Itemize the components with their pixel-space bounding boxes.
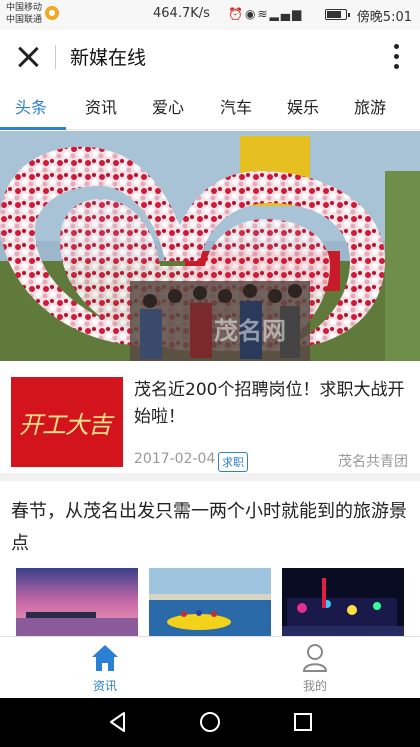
close-icon[interactable] (14, 43, 42, 71)
battery-icon (325, 9, 350, 20)
tab-yule[interactable]: 娱乐 (287, 94, 319, 118)
back-icon[interactable] (106, 710, 130, 734)
more-options-icon[interactable] (392, 42, 400, 72)
battery-level (327, 11, 342, 18)
article-source: 茂名共青团 (338, 454, 408, 470)
signal-icon: ▂▄▆ (269, 7, 304, 21)
eye-icon: ◉ (244, 7, 258, 21)
night-lights-photo (282, 568, 404, 636)
nav-wode[interactable]: 我的 (210, 637, 420, 699)
banner-image[interactable]: 茂名网 (0, 131, 420, 361)
sunset-pier-photo (16, 568, 138, 636)
tab-lvyou[interactable]: 旅游 (354, 94, 386, 118)
nav-wode-label: 我的 (302, 679, 327, 693)
active-tab-indicator (0, 127, 66, 130)
tab-toutiao[interactable]: 头条 (15, 94, 47, 118)
nav-zixun-label: 资讯 (92, 679, 117, 693)
carrier-labels: 中国移动 中国联通 (6, 2, 42, 26)
article-image-3[interactable] (282, 568, 404, 636)
article-title-2[interactable]: 春节，从茂名出发只需一两个小时就能到的旅游景点 (11, 496, 411, 560)
tab-qiche[interactable]: 汽车 (220, 94, 252, 118)
page-title: 新媒在线 (70, 47, 147, 69)
article-card[interactable]: 开工大吉 茂名近200个招聘岗位！求职大战开始啦！ 2017-02-04 求职 … (0, 361, 420, 481)
category-tabs: 头条 资讯 爱心 汽车 娱乐 旅游 (0, 84, 420, 130)
carrier-2: 中国联通 (6, 15, 43, 25)
home-circle-icon[interactable] (198, 710, 222, 734)
carrier-1: 中国移动 (6, 3, 43, 13)
article-title[interactable]: 茂名近200个招聘岗位！求职大战开始啦！ (134, 377, 409, 431)
article-image-1[interactable] (16, 568, 138, 636)
article-thumbnail: 开工大吉 (11, 377, 123, 467)
recents-icon[interactable] (291, 710, 315, 734)
banner-watermark: 茂名网 (214, 317, 286, 345)
person-icon (302, 644, 328, 672)
article-image-2[interactable] (149, 568, 271, 636)
weibo-notification-icon: ● (45, 6, 59, 20)
alarm-icon: ⏰ (228, 7, 245, 21)
thumbnail-calligraphy: 开工大吉 (19, 411, 112, 439)
nav-zixun[interactable]: 资讯 (0, 637, 210, 699)
clock: 傍晚5:01 (356, 10, 412, 25)
status-icons: ⏰◉≋▂▄▆ (228, 7, 303, 21)
network-speed: 464.7K/s (153, 6, 210, 21)
flower-heart-photo (0, 131, 420, 361)
app-header: 新媒在线 (0, 30, 420, 84)
article-date: 2017-02-04 (134, 451, 216, 467)
system-navigation-bar (0, 698, 420, 747)
article-tag: 求职 (218, 452, 248, 472)
wifi-icon: ≋ (257, 7, 270, 21)
tab-aixin[interactable]: 爱心 (152, 94, 184, 118)
home-icon (92, 645, 118, 671)
header-divider (55, 45, 56, 69)
bottom-navigation: 资讯 我的 (0, 636, 420, 698)
beach-boats-photo (149, 568, 271, 636)
tab-zixun[interactable]: 资讯 (85, 94, 117, 118)
status-bar: 中国移动 中国联通 ● 464.7K/s ⏰◉≋▂▄▆ 傍晚5:01 (0, 0, 420, 30)
